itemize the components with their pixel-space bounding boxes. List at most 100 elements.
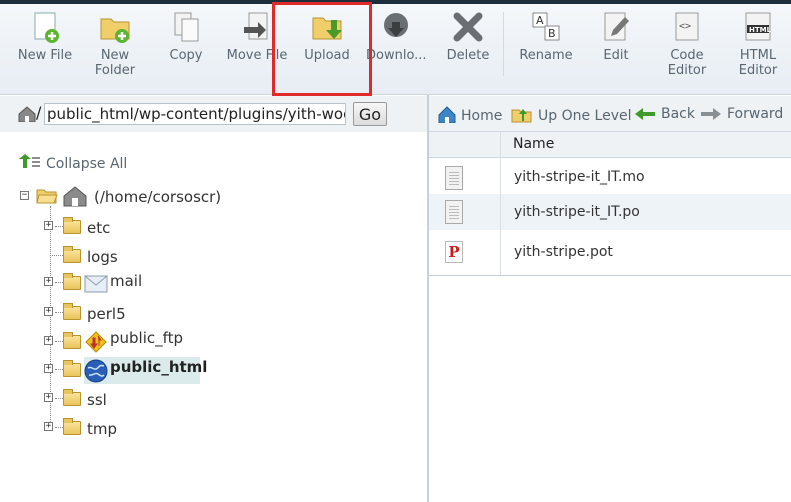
document-icon xyxy=(445,166,463,190)
download-icon xyxy=(379,10,413,44)
tree-item-label: public_ftp xyxy=(110,329,184,347)
rename-button[interactable]: AB Rename xyxy=(516,10,576,63)
tree-item-label: perl5 xyxy=(87,305,126,323)
column-divider xyxy=(500,131,501,275)
file-name: yith-stripe-it_IT.po xyxy=(514,204,640,220)
code-editor-icon: <> xyxy=(670,10,704,44)
folder-icon xyxy=(63,332,81,349)
edit-icon xyxy=(599,10,633,44)
copy-button[interactable]: Copy xyxy=(163,10,209,63)
tree-item-label: logs xyxy=(87,248,118,266)
expand-icon[interactable]: + xyxy=(44,307,53,316)
code-editor-label-line2: Editor xyxy=(667,63,707,78)
collapse-toggle-icon[interactable]: − xyxy=(20,191,29,200)
home-nav-label: Home xyxy=(461,108,503,124)
back-arrow-icon xyxy=(634,107,656,125)
up-one-level-button[interactable]: Up One Level xyxy=(511,106,632,127)
tree-connector xyxy=(55,369,63,370)
tree-connector xyxy=(55,312,63,313)
new-folder-label-line2: Folder xyxy=(94,63,136,78)
folder-icon xyxy=(63,418,81,435)
new-file-button[interactable]: New File xyxy=(16,10,74,63)
up-one-level-label: Up One Level xyxy=(538,108,632,124)
document-icon xyxy=(445,200,463,224)
path-root-slash: / xyxy=(36,103,42,122)
tree-connector xyxy=(55,282,63,283)
home-nav-button[interactable]: Home xyxy=(438,106,502,127)
tree-item-label: tmp xyxy=(87,420,118,438)
file-row[interactable]: yith-stripe-it_IT.mo xyxy=(429,158,791,197)
home-path-icon[interactable] xyxy=(18,106,36,126)
ftp-icon xyxy=(85,331,107,357)
tree-connector xyxy=(55,427,63,428)
tree-item-label: public_html xyxy=(110,358,208,376)
download-button[interactable]: Downlo... xyxy=(366,10,427,63)
folder-icon xyxy=(63,273,81,290)
collapse-all-icon xyxy=(18,154,40,174)
collapse-all-link[interactable]: Collapse All xyxy=(18,154,127,174)
download-label: Downlo... xyxy=(366,48,427,63)
tree-connector xyxy=(50,255,63,256)
forward-button[interactable]: Forward xyxy=(700,106,783,125)
edit-button[interactable]: Edit xyxy=(597,10,635,63)
new-file-label: New File xyxy=(17,48,73,63)
toolbar-separator xyxy=(503,12,504,76)
file-name: yith-stripe-it_IT.mo xyxy=(514,169,645,185)
pot-file-icon: P xyxy=(445,241,463,263)
tree-item-label: etc xyxy=(87,219,111,237)
path-input[interactable]: public_html/wp-content/plugins/yith-wooc… xyxy=(44,103,346,125)
mail-icon xyxy=(84,272,108,298)
back-button[interactable]: Back xyxy=(634,106,695,125)
delete-button[interactable]: Delete xyxy=(443,10,493,63)
up-folder-icon xyxy=(511,106,533,127)
tree-connector xyxy=(55,226,63,227)
move-file-icon xyxy=(240,10,274,44)
home-icon xyxy=(438,106,456,127)
table-bottom-border xyxy=(429,275,791,276)
folder-icon xyxy=(63,246,81,263)
svg-text:HTML: HTML xyxy=(749,26,772,34)
folder-icon xyxy=(63,303,81,320)
expand-icon[interactable]: + xyxy=(44,393,53,402)
upload-highlight-box xyxy=(272,2,372,96)
file-row[interactable]: P yith-stripe.pot xyxy=(429,232,791,275)
copy-icon xyxy=(169,10,203,44)
tree-root-label: (/home/corsoscr) xyxy=(94,188,222,206)
expand-icon[interactable]: + xyxy=(44,221,53,230)
file-table-header xyxy=(429,131,791,158)
expand-icon[interactable]: + xyxy=(44,364,53,373)
svg-text:B: B xyxy=(548,27,556,40)
back-label: Back xyxy=(661,106,695,122)
new-folder-button[interactable]: New Folder xyxy=(88,10,142,78)
expand-icon[interactable]: + xyxy=(44,336,53,345)
delete-icon xyxy=(451,10,485,44)
rename-icon: AB xyxy=(529,10,563,44)
html-editor-label-line2: Editor xyxy=(738,63,778,78)
expand-icon[interactable]: + xyxy=(44,422,53,431)
edit-label: Edit xyxy=(603,48,629,63)
folder-icon xyxy=(63,360,81,377)
tree-item-label: ssl xyxy=(87,391,107,409)
html-editor-button[interactable]: HTML HTML Editor xyxy=(734,10,782,78)
code-editor-button[interactable]: <> Code Editor xyxy=(662,10,712,78)
file-row[interactable]: yith-stripe-it_IT.po xyxy=(429,194,791,230)
svg-text:A: A xyxy=(536,14,544,27)
new-folder-label-line1: New xyxy=(100,48,130,63)
rename-label: Rename xyxy=(519,48,573,63)
tree-item-label: mail xyxy=(110,272,143,290)
code-editor-label-line1: Code xyxy=(670,48,704,63)
folder-icon xyxy=(63,389,81,406)
new-folder-icon xyxy=(98,10,132,44)
collapse-all-label: Collapse All xyxy=(46,156,128,172)
go-button[interactable]: Go xyxy=(353,102,387,126)
folder-icon xyxy=(63,217,81,234)
html-editor-label-line1: HTML xyxy=(739,48,777,63)
delete-label: Delete xyxy=(446,48,490,63)
svg-text:<>: <> xyxy=(679,21,691,32)
file-name: yith-stripe.pot xyxy=(514,244,613,260)
home-folder-icon xyxy=(62,185,88,211)
new-file-icon xyxy=(28,10,62,44)
tree-connector xyxy=(55,341,63,342)
name-column-header[interactable]: Name xyxy=(513,136,554,152)
expand-icon[interactable]: + xyxy=(44,277,53,286)
